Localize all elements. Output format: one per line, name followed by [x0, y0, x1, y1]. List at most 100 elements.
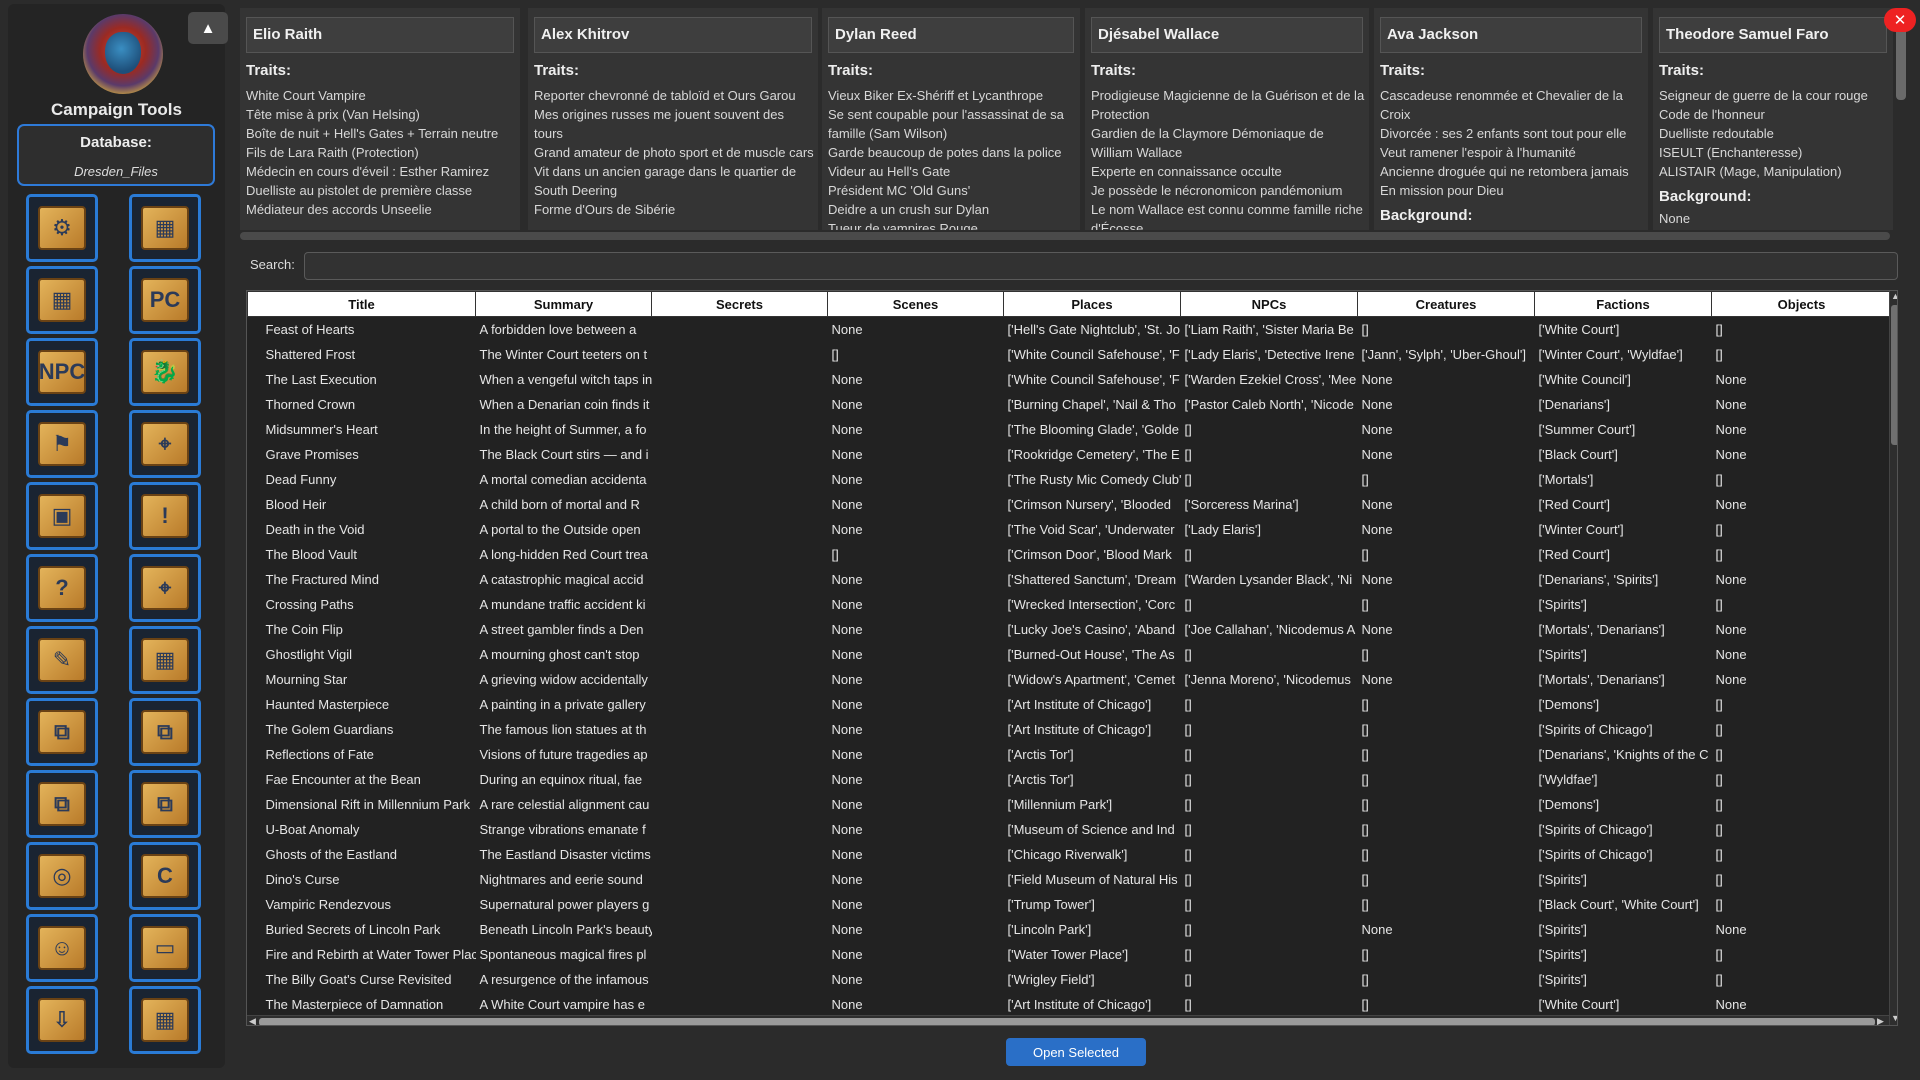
cell-title[interactable]: Ghosts of the Eastland [248, 842, 476, 867]
table-row[interactable]: Haunted Masterpiece A painting in a priva… [248, 692, 1892, 717]
cell-title[interactable]: The Masterpiece of Damnation [248, 992, 476, 1016]
cell-scenes[interactable]: [] [828, 342, 1004, 367]
cell-objects[interactable]: None [1712, 992, 1892, 1016]
cell-places[interactable]: ['White Council Safehouse', 'F [1004, 342, 1181, 367]
cell-places[interactable]: ['Rookridge Cemetery', 'The E [1004, 442, 1181, 467]
cell-creatures[interactable]: [] [1358, 942, 1535, 967]
table-row[interactable]: Buried Secrets of Lincoln Park Beneath Li… [248, 917, 1892, 942]
cell-npcs[interactable]: ['Lady Elaris', 'Detective Irene [1181, 342, 1358, 367]
cell-secrets[interactable] [652, 442, 828, 467]
table-row[interactable]: Fire and Rebirth at Water Tower Plac Spon… [248, 942, 1892, 967]
cell-objects[interactable]: [] [1712, 767, 1892, 792]
cell-secrets[interactable] [652, 342, 828, 367]
cell-summary[interactable]: The famous lion statues at th [476, 717, 652, 742]
cell-title[interactable]: Blood Heir [248, 492, 476, 517]
cell-creatures[interactable]: ['Jann', 'Sylph', 'Uber-Ghoul'] [1358, 342, 1535, 367]
cell-secrets[interactable] [652, 417, 828, 442]
column-header-npcs[interactable]: NPCs [1180, 291, 1358, 317]
cell-summary[interactable]: Nightmares and eerie sound [476, 867, 652, 892]
column-header-places[interactable]: Places [1003, 291, 1181, 317]
user-profile-button[interactable]: ☺ [26, 914, 98, 982]
cell-summary[interactable]: Visions of future tragedies ap [476, 742, 652, 767]
cell-secrets[interactable] [652, 517, 828, 542]
cell-npcs[interactable]: [] [1181, 867, 1358, 892]
table-horizontal-scrollbar[interactable]: ◀ ▶ [247, 1015, 1889, 1025]
cell-objects[interactable]: [] [1712, 317, 1892, 342]
column-header-summary[interactable]: Summary [475, 291, 652, 317]
cell-title[interactable]: Shattered Frost [248, 342, 476, 367]
cell-secrets[interactable] [652, 667, 828, 692]
cell-objects[interactable]: [] [1712, 742, 1892, 767]
cell-creatures[interactable]: None [1358, 617, 1535, 642]
table-row[interactable]: Mourning Star A grieving widow accidental… [248, 667, 1892, 692]
cell-title[interactable]: U-Boat Anomaly [248, 817, 476, 842]
cell-summary[interactable]: Supernatural power players g [476, 892, 652, 917]
cell-title[interactable]: Reflections of Fate [248, 742, 476, 767]
cell-objects[interactable]: [] [1712, 842, 1892, 867]
cell-objects[interactable]: [] [1712, 517, 1892, 542]
cell-summary[interactable]: A child born of mortal and R [476, 492, 652, 517]
cell-title[interactable]: The Last Execution [248, 367, 476, 392]
cell-creatures[interactable]: [] [1358, 792, 1535, 817]
cell-factions[interactable]: ['Winter Court'] [1535, 517, 1712, 542]
cell-summary[interactable]: A catastrophic magical accid [476, 567, 652, 592]
cell-objects[interactable]: [] [1712, 592, 1892, 617]
cell-secrets[interactable] [652, 542, 828, 567]
import-button[interactable]: ⇩ [26, 986, 98, 1054]
objects-boxes-button[interactable]: ▣ [26, 482, 98, 550]
cell-summary[interactable]: The Black Court stirs — and i [476, 442, 652, 467]
cell-secrets[interactable] [652, 692, 828, 717]
table-row[interactable]: Feast of Hearts A forbidden love between … [248, 317, 1892, 342]
cell-summary[interactable]: A resurgence of the infamous [476, 967, 652, 992]
cell-npcs[interactable]: [] [1181, 817, 1358, 842]
cell-creatures[interactable]: None [1358, 392, 1535, 417]
cell-summary[interactable]: A mundane traffic accident ki [476, 592, 652, 617]
scroll-down-icon[interactable]: ▼ [1891, 1013, 1897, 1023]
column-header-title[interactable]: Title [247, 291, 476, 317]
npc-character-button[interactable]: NPC [26, 338, 98, 406]
cell-places[interactable]: ['Millennium Park'] [1004, 792, 1181, 817]
cell-secrets[interactable] [652, 817, 828, 842]
cell-factions[interactable]: ['Spirits'] [1535, 942, 1712, 967]
cell-places[interactable]: ['Burning Chapel', 'Nail & Tho [1004, 392, 1181, 417]
scroll-up-icon[interactable]: ▲ [1891, 291, 1897, 301]
cell-npcs[interactable]: [] [1181, 592, 1358, 617]
cell-summary[interactable]: When a Denarian coin finds it [476, 392, 652, 417]
cell-summary[interactable]: Beneath Lincoln Park's beauty [476, 917, 652, 942]
cell-objects[interactable]: [] [1712, 817, 1892, 842]
cell-creatures[interactable]: None [1358, 492, 1535, 517]
table-row[interactable]: Vampiric Rendezvous Supernatural power pl… [248, 892, 1892, 917]
table-row[interactable]: Dimensional Rift in Millennium Park A rar… [248, 792, 1892, 817]
cell-scenes[interactable]: None [828, 617, 1004, 642]
cell-objects[interactable]: [] [1712, 792, 1892, 817]
faction-flag-button[interactable]: ⚑ [26, 410, 98, 478]
cell-places[interactable]: ['Arctis Tor'] [1004, 767, 1181, 792]
cell-npcs[interactable]: [] [1181, 467, 1358, 492]
cell-creatures[interactable]: [] [1358, 642, 1535, 667]
column-header-scenes[interactable]: Scenes [827, 291, 1004, 317]
cell-places[interactable]: ['The Rusty Mic Comedy Club' [1004, 467, 1181, 492]
cell-summary[interactable]: The Winter Court teeters on t [476, 342, 652, 367]
cell-factions[interactable]: ['Spirits of Chicago'] [1535, 817, 1712, 842]
cell-title[interactable]: Feast of Hearts [248, 317, 476, 342]
cell-scenes[interactable]: None [828, 642, 1004, 667]
cell-npcs[interactable]: [] [1181, 542, 1358, 567]
cell-secrets[interactable] [652, 742, 828, 767]
cell-factions[interactable]: ['Demons'] [1535, 792, 1712, 817]
cell-scenes[interactable]: None [828, 842, 1004, 867]
cell-summary[interactable]: When a vengeful witch taps in [476, 367, 652, 392]
database-gear-button[interactable]: ⚙ [26, 194, 98, 262]
table-row[interactable]: The Blood Vault A long-hidden Red Court t… [248, 542, 1892, 567]
cell-summary[interactable]: A painting in a private gallery [476, 692, 652, 717]
character-card[interactable]: Ava Jackson Traits: Cascadeuse renommée et… [1374, 8, 1648, 230]
cell-npcs[interactable]: [] [1181, 692, 1358, 717]
cell-scenes[interactable]: None [828, 367, 1004, 392]
table-row[interactable]: Crossing Paths A mundane traffic accident… [248, 592, 1892, 617]
cell-factions[interactable]: ['Spirits'] [1535, 592, 1712, 617]
cell-scenes[interactable]: None [828, 992, 1004, 1016]
cell-scenes[interactable]: None [828, 492, 1004, 517]
cell-npcs[interactable]: [] [1181, 742, 1358, 767]
cell-summary[interactable]: A White Court vampire has e [476, 992, 652, 1016]
cell-places[interactable]: ['Museum of Science and Ind [1004, 817, 1181, 842]
table-row[interactable]: The Billy Goat's Curse Revisited A resurg… [248, 967, 1892, 992]
